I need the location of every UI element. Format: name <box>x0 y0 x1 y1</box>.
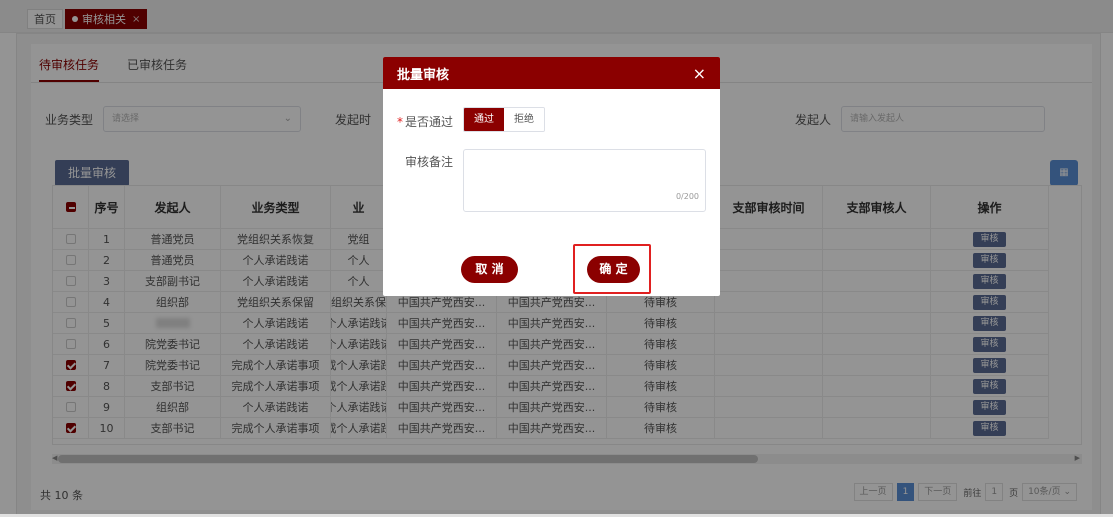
char-counter: 0/200 <box>675 192 699 201</box>
close-icon[interactable]: × <box>693 64 706 83</box>
confirm-button[interactable]: 确 定 <box>587 256 640 283</box>
remark-label: 审核备注 <box>405 155 454 169</box>
cancel-button[interactable]: 取 消 <box>461 256 518 283</box>
option-reject[interactable]: 拒绝 <box>504 108 544 131</box>
dialog-title: 批量审核 <box>397 67 450 83</box>
pass-toggle: 通过 拒绝 <box>463 107 545 132</box>
dialog-header: 批量审核 × <box>383 57 720 89</box>
option-pass[interactable]: 通过 <box>464 108 504 131</box>
batch-audit-dialog: 批量审核 × * 是否通过 通过 拒绝 审核备注 0/200 取 消 确 定 <box>383 57 720 296</box>
pass-label: * 是否通过 <box>397 113 453 130</box>
required-mark: * <box>397 115 403 129</box>
remark-textarea[interactable]: 0/200 <box>463 149 706 212</box>
pass-label-text: 是否通过 <box>405 115 454 129</box>
